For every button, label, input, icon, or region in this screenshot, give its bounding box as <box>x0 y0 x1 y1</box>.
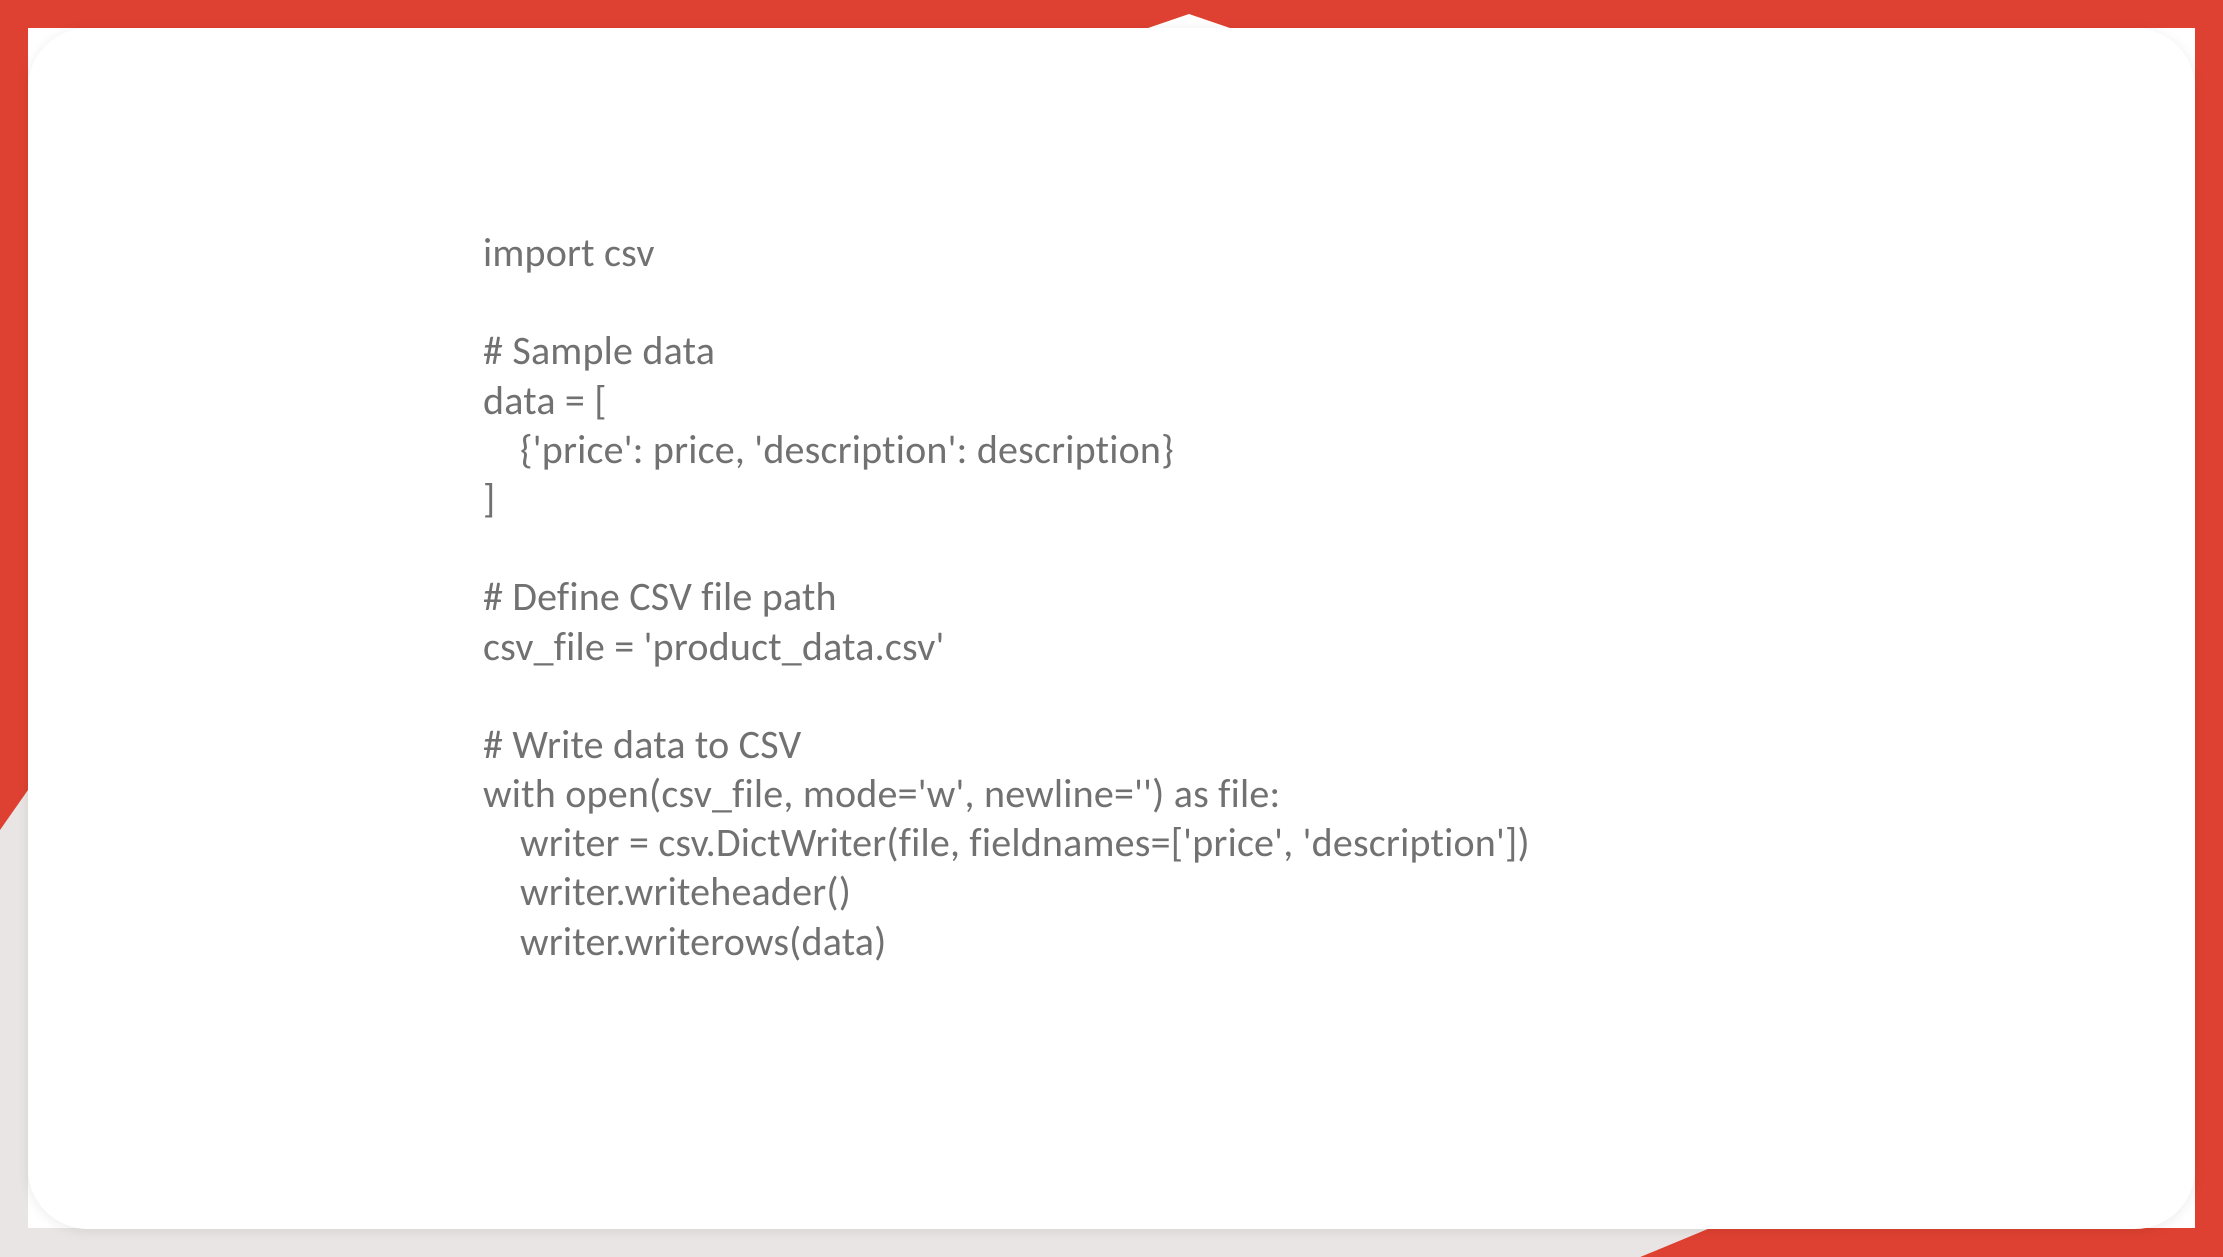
code-snippet: import csv # Sample data data = [ {'pric… <box>483 228 2195 966</box>
code-card: import csv # Sample data data = [ {'pric… <box>28 28 2195 1229</box>
